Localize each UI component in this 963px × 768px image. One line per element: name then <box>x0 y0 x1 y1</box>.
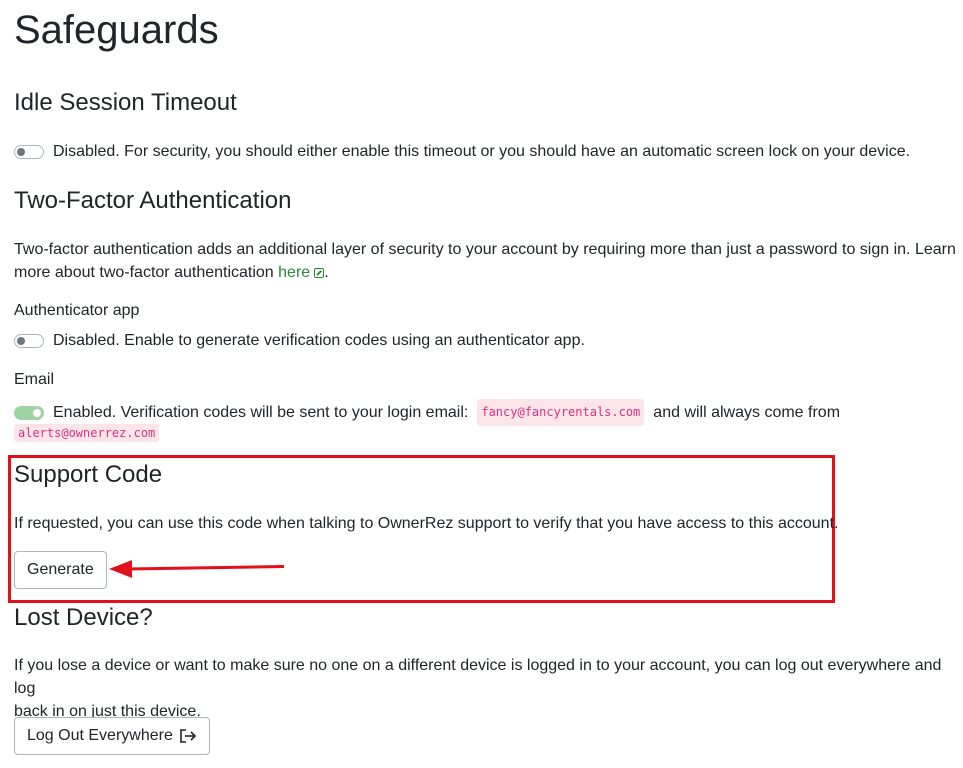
email-toggle[interactable] <box>14 405 44 420</box>
lost-device-description-line1: If you lose a device or want to make sur… <box>14 657 942 697</box>
login-email-code: fancy@fancyrentals.com <box>477 399 645 426</box>
email-status-prefix: Enabled. Verification codes will be sent… <box>53 404 469 421</box>
idle-timeout-row: Disabled. For security, you should eithe… <box>14 140 910 163</box>
arrow-left-icon <box>109 560 285 578</box>
idle-timeout-heading: Idle Session Timeout <box>14 89 237 116</box>
two-factor-description: Two-factor authentication adds an additi… <box>14 238 959 284</box>
authenticator-label: Authenticator app <box>14 302 140 319</box>
learn-more-link[interactable]: here <box>278 264 325 281</box>
lost-device-heading: Lost Device? <box>14 604 153 631</box>
email-status-middle: and will always come from <box>653 404 841 421</box>
log-out-everywhere-button[interactable]: Log Out Everywhere <box>14 717 210 755</box>
description-text: more about two-factor authentication <box>14 264 279 281</box>
two-factor-heading: Two-Factor Authentication <box>14 187 292 214</box>
lost-device-description: If you lose a device or want to make sur… <box>14 654 963 723</box>
sign-out-icon <box>180 729 196 743</box>
generate-button-label: Generate <box>27 561 94 578</box>
authenticator-row: Disabled. Enable to generate verificatio… <box>14 329 585 352</box>
page-title: Safeguards <box>14 8 219 52</box>
email-row: Enabled. Verification codes will be sent… <box>14 399 840 426</box>
annotation-arrow-head <box>109 560 132 578</box>
toggle-knob <box>17 336 25 345</box>
email-label: Email <box>14 371 55 388</box>
period: . <box>324 264 329 281</box>
two-factor-description-line2: more about two-factor authentication her… <box>14 261 959 284</box>
idle-timeout-status: Disabled. For security, you should eithe… <box>53 143 911 160</box>
two-factor-description-line1: Two-factor authentication adds an additi… <box>14 241 956 258</box>
learn-more-link-text: here <box>278 264 311 281</box>
log-out-everywhere-label: Log Out Everywhere <box>27 727 173 744</box>
support-code-heading: Support Code <box>14 461 163 488</box>
annotation-arrow-shaft <box>127 565 285 571</box>
idle-timeout-toggle[interactable] <box>14 144 44 159</box>
toggle-knob <box>33 408 41 417</box>
from-email-code: alerts@ownerrez.com <box>14 424 160 442</box>
authenticator-toggle[interactable] <box>14 333 44 348</box>
authenticator-status: Disabled. Enable to generate verificatio… <box>53 332 585 349</box>
generate-button[interactable]: Generate <box>14 551 107 589</box>
toggle-knob <box>17 147 25 156</box>
external-link-icon <box>314 268 325 278</box>
from-email-row: alerts@ownerrez.com <box>14 424 160 442</box>
support-code-description: If requested, you can use this code when… <box>14 515 839 532</box>
